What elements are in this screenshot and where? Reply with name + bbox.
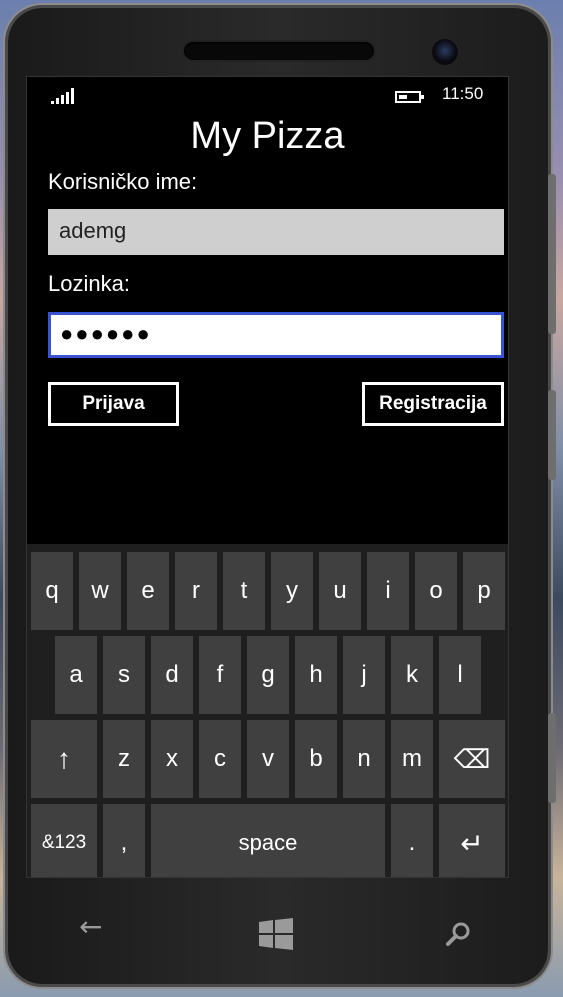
key-t[interactable]: t xyxy=(223,552,265,630)
front-camera xyxy=(432,39,458,65)
key-f[interactable]: f xyxy=(199,636,241,714)
key-g[interactable]: g xyxy=(247,636,289,714)
status-time: 11:50 xyxy=(442,84,484,103)
password-label: Lozinka: xyxy=(48,271,130,296)
username-field[interactable]: ademg xyxy=(48,209,504,255)
symbols-key[interactable]: &123 xyxy=(31,804,97,877)
power-button xyxy=(548,390,556,480)
volume-down-button xyxy=(548,244,556,334)
comma-key[interactable]: , xyxy=(103,804,145,877)
key-z[interactable]: z xyxy=(103,720,145,798)
key-v[interactable]: v xyxy=(247,720,289,798)
key-w[interactable]: w xyxy=(79,552,121,630)
phone-screen: 11:50 My Pizza Korisničko ime: ademg Loz… xyxy=(26,76,509,878)
key-n[interactable]: n xyxy=(343,720,385,798)
register-button[interactable]: Registracija xyxy=(362,382,504,426)
battery-charging-icon xyxy=(395,91,424,103)
enter-key-icon[interactable]: ↵ xyxy=(439,804,505,877)
key-s[interactable]: s xyxy=(103,636,145,714)
hardware-nav-bar: ← xyxy=(27,885,508,965)
shift-key-icon[interactable]: ↑ xyxy=(31,720,97,798)
space-key[interactable]: space xyxy=(151,804,385,877)
password-field[interactable]: ●●●●●● xyxy=(48,312,504,358)
signal-icon xyxy=(51,88,74,104)
search-icon[interactable] xyxy=(445,921,473,951)
key-b[interactable]: b xyxy=(295,720,337,798)
key-l[interactable]: l xyxy=(439,636,481,714)
period-key[interactable]: . xyxy=(391,804,433,877)
back-arrow-icon[interactable]: ← xyxy=(79,913,102,941)
key-a[interactable]: a xyxy=(55,636,97,714)
backspace-key-icon[interactable]: ⌫ xyxy=(439,720,505,798)
key-x[interactable]: x xyxy=(151,720,193,798)
app-title: My Pizza xyxy=(190,115,345,157)
key-p[interactable]: p xyxy=(463,552,505,630)
key-h[interactable]: h xyxy=(295,636,337,714)
key-o[interactable]: o xyxy=(415,552,457,630)
key-e[interactable]: e xyxy=(127,552,169,630)
camera-button xyxy=(548,713,556,803)
key-k[interactable]: k xyxy=(391,636,433,714)
key-d[interactable]: d xyxy=(151,636,193,714)
on-screen-keyboard: q w e r t y u i o p a s d f g h j k l ↑ … xyxy=(27,544,508,877)
key-y[interactable]: y xyxy=(271,552,313,630)
key-q[interactable]: q xyxy=(31,552,73,630)
windows-start-icon[interactable] xyxy=(259,918,293,954)
key-r[interactable]: r xyxy=(175,552,217,630)
key-j[interactable]: j xyxy=(343,636,385,714)
key-u[interactable]: u xyxy=(319,552,361,630)
username-label: Korisničko ime: xyxy=(48,169,198,194)
login-button[interactable]: Prijava xyxy=(48,382,179,426)
key-i[interactable]: i xyxy=(367,552,409,630)
status-bar: 11:50 xyxy=(27,77,508,107)
key-c[interactable]: c xyxy=(199,720,241,798)
earpiece-speaker xyxy=(184,42,374,60)
key-m[interactable]: m xyxy=(391,720,433,798)
